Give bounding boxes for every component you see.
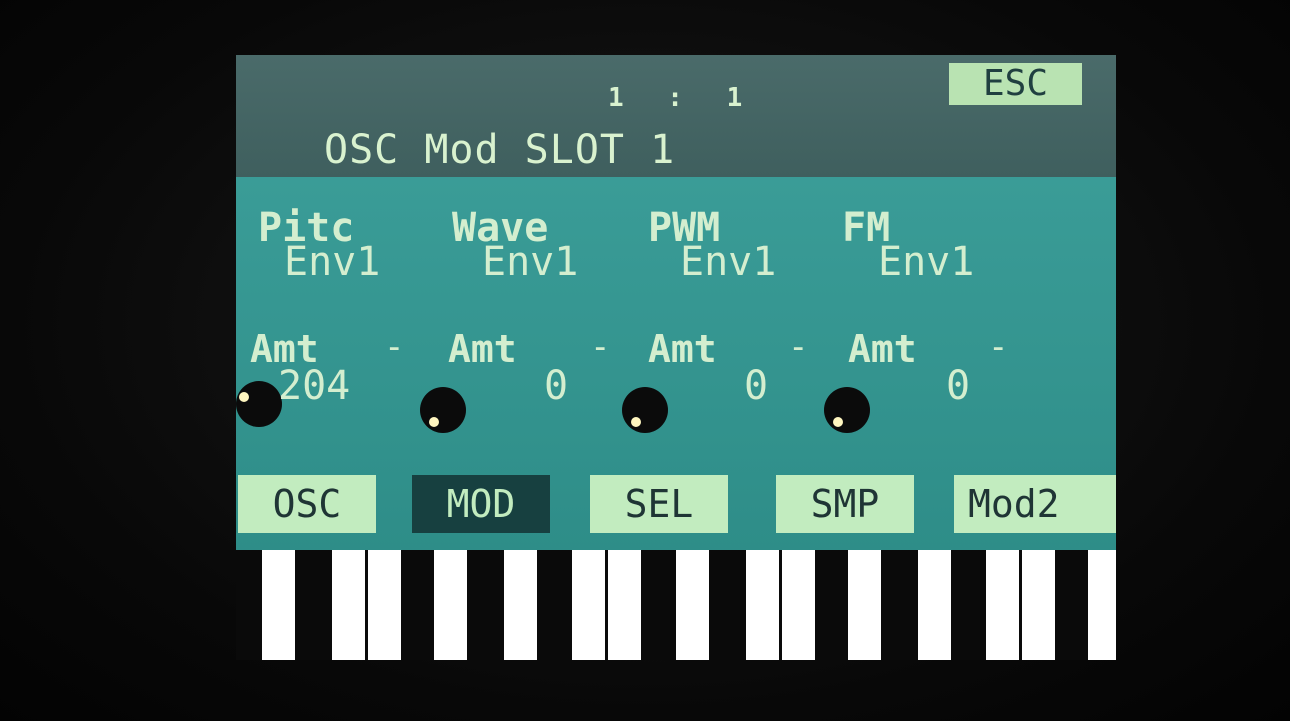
amt-dash-1: - bbox=[384, 327, 405, 367]
softkey-smp[interactable]: SMP bbox=[776, 475, 914, 533]
softkey-mod[interactable]: MOD bbox=[412, 475, 550, 533]
knob-indicator-icon bbox=[833, 417, 843, 427]
amt-value-1[interactable]: 204 bbox=[278, 363, 350, 409]
piano-key[interactable] bbox=[504, 550, 537, 660]
piano-key[interactable] bbox=[572, 550, 605, 660]
header-bar: 1 : 1 OSC Mod SLOT 1 ESC bbox=[236, 55, 1116, 177]
knob-icon[interactable] bbox=[622, 387, 668, 433]
amt-label-2: Amt bbox=[448, 327, 517, 371]
amt-value-3[interactable]: 0 bbox=[744, 363, 768, 409]
knob-icon[interactable] bbox=[824, 387, 870, 433]
softkey-sel[interactable]: SEL bbox=[590, 475, 728, 533]
amt-dash-3: - bbox=[788, 327, 809, 367]
amt-label-3: Amt bbox=[648, 327, 717, 371]
pattern-position: 1 : 1 bbox=[608, 83, 757, 113]
knob-indicator-icon bbox=[429, 417, 439, 427]
knob-indicator-icon bbox=[239, 392, 249, 402]
piano-key[interactable] bbox=[332, 550, 365, 660]
param-value-fm[interactable]: Env1 bbox=[878, 239, 974, 285]
piano-key[interactable] bbox=[986, 550, 1019, 660]
piano-key[interactable] bbox=[848, 550, 881, 660]
piano-key[interactable] bbox=[262, 550, 295, 660]
knob-indicator-icon bbox=[631, 417, 641, 427]
piano-key[interactable] bbox=[1022, 550, 1055, 660]
lcd-screen: 1 : 1 OSC Mod SLOT 1 ESC Pitc Wave PWM F… bbox=[236, 55, 1116, 660]
piano-key[interactable] bbox=[368, 550, 401, 660]
piano-key[interactable] bbox=[608, 550, 641, 660]
knob-icon[interactable] bbox=[236, 381, 282, 427]
param-value-pitc[interactable]: Env1 bbox=[284, 239, 380, 285]
amt-dash-2: - bbox=[590, 327, 611, 367]
page-title: OSC Mod SLOT 1 bbox=[324, 127, 676, 173]
piano-key[interactable] bbox=[746, 550, 779, 660]
piano-keyboard bbox=[236, 550, 1116, 660]
softkey-osc[interactable]: OSC bbox=[238, 475, 376, 533]
softkey-mod2[interactable]: Mod2 bbox=[954, 475, 1116, 533]
amt-value-4[interactable]: 0 bbox=[946, 363, 970, 409]
esc-button[interactable]: ESC bbox=[949, 63, 1082, 105]
amt-dash-4: - bbox=[988, 327, 1009, 367]
piano-key[interactable] bbox=[676, 550, 709, 660]
knob-icon[interactable] bbox=[420, 387, 466, 433]
piano-key[interactable] bbox=[918, 550, 951, 660]
piano-key[interactable] bbox=[1088, 550, 1116, 660]
param-value-wave[interactable]: Env1 bbox=[482, 239, 578, 285]
param-value-pwm[interactable]: Env1 bbox=[680, 239, 776, 285]
piano-key[interactable] bbox=[434, 550, 467, 660]
amt-value-2[interactable]: 0 bbox=[544, 363, 568, 409]
amt-label-4: Amt bbox=[848, 327, 917, 371]
piano-key[interactable] bbox=[782, 550, 815, 660]
